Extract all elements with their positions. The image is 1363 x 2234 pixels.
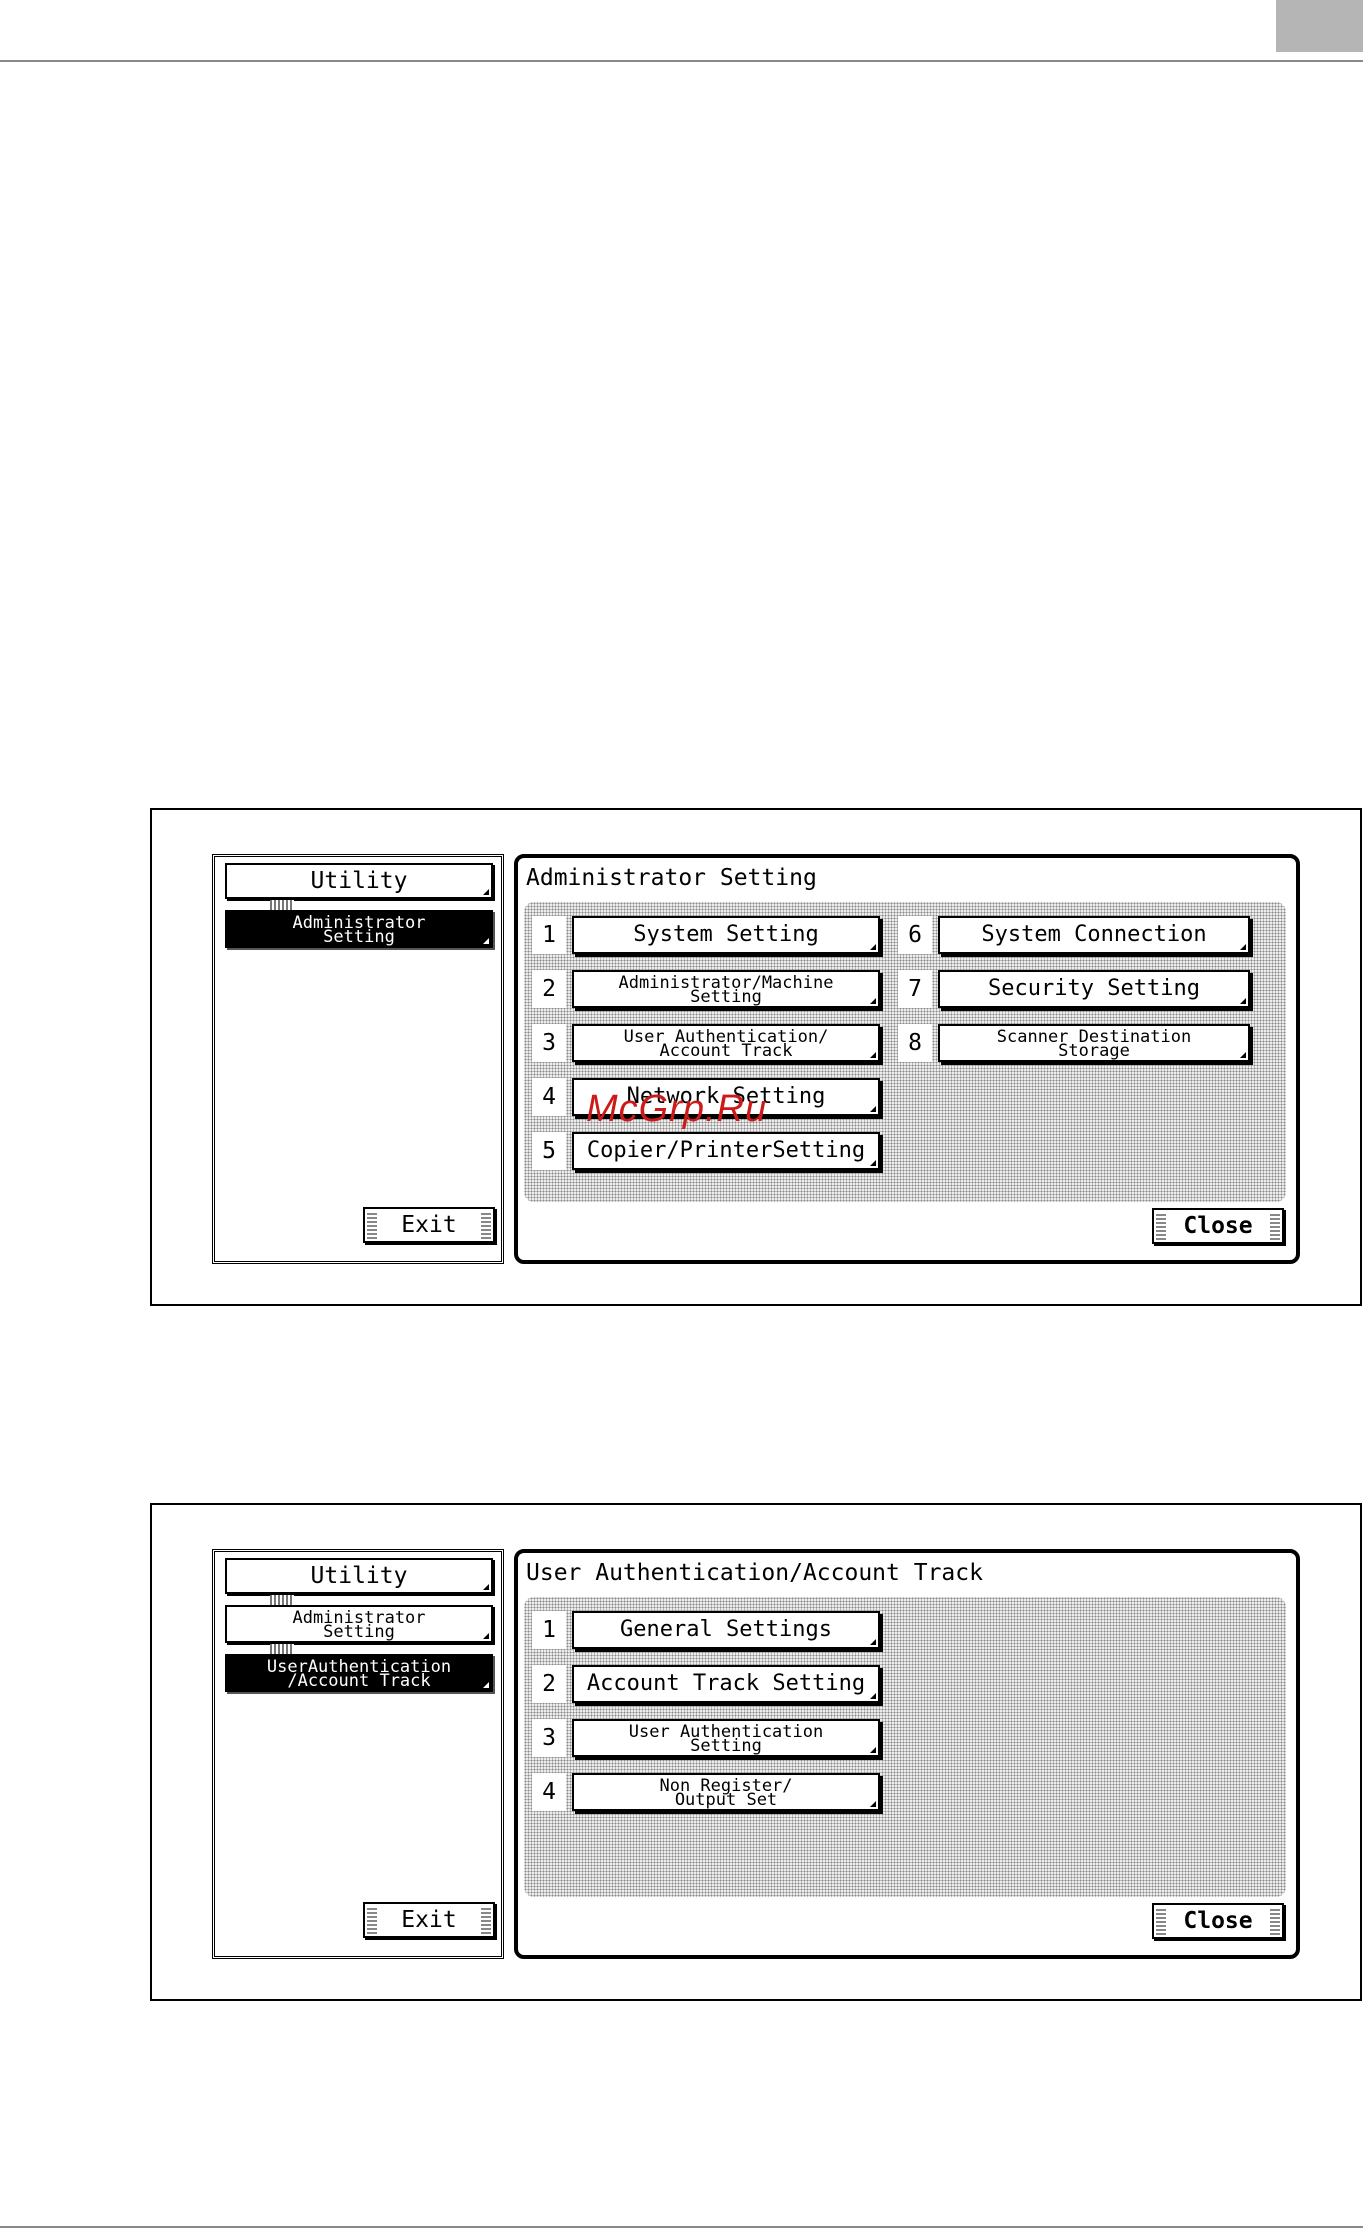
figure-frame-user-authentication: Utility Administrator Setting UserAuthen…: [150, 1503, 1362, 2001]
corner-mark-icon: [870, 998, 876, 1004]
option-label: Account Track Setting: [586, 1671, 866, 1696]
corner-mark-icon: [870, 1106, 876, 1112]
administrator-setting-nav-button[interactable]: Administrator Setting: [225, 1605, 493, 1643]
administrator-setting-nav-label: Administrator Setting: [292, 1608, 426, 1642]
non-register-output-set-button[interactable]: Non Register/ Output Set: [572, 1773, 880, 1811]
security-setting-button[interactable]: Security Setting: [938, 970, 1250, 1008]
option-number: 1: [532, 916, 566, 954]
nav-connector: [270, 900, 294, 910]
option-number: 2: [532, 1665, 566, 1703]
option-number: 4: [532, 1773, 566, 1811]
general-settings-button[interactable]: General Settings: [572, 1611, 880, 1649]
option-label: Non Register/ Output Set: [659, 1776, 793, 1810]
user-authentication-nav-label: UserAuthentication /Account Track: [266, 1657, 452, 1691]
corner-mark-icon: [870, 1160, 876, 1166]
header-rule: [0, 60, 1363, 62]
network-setting-button[interactable]: Network Setting: [572, 1078, 880, 1116]
nav-pane: Utility Administrator Setting UserAuthen…: [212, 1549, 504, 1959]
option-number: 5: [532, 1132, 566, 1170]
corner-mark-icon: [1240, 998, 1246, 1004]
utility-button[interactable]: Utility: [225, 1558, 493, 1594]
footer-rule: [0, 2226, 1363, 2228]
options-area: 1 System Setting 2 Administrator/Machine…: [524, 902, 1286, 1202]
option-label: Copier/PrinterSetting: [586, 1138, 866, 1163]
utility-button[interactable]: Utility: [225, 863, 493, 899]
corner-mark-icon: [870, 1693, 876, 1699]
page-title: User Authentication/Account Track: [526, 1560, 983, 1586]
option-number: 7: [898, 970, 932, 1008]
option-number: 3: [532, 1719, 566, 1757]
user-authentication-setting-button[interactable]: User Authentication Setting: [572, 1719, 880, 1757]
option-label: System Connection: [981, 922, 1207, 947]
option-label: Scanner Destination Storage: [996, 1027, 1192, 1061]
option-label: Network Setting: [626, 1084, 826, 1109]
close-button[interactable]: Close: [1152, 1903, 1284, 1939]
button-stripe: [481, 1906, 491, 1934]
corner-mark-icon: [870, 1052, 876, 1058]
corner-mark-icon: [870, 1747, 876, 1753]
option-label: Administrator/Machine Setting: [618, 973, 834, 1007]
corner-mark-icon: [1240, 1052, 1246, 1058]
nav-pane: Utility Administrator Setting Exit: [212, 854, 504, 1264]
option-label: Security Setting: [988, 976, 1200, 1001]
option-number: 1: [532, 1611, 566, 1649]
copier-printer-setting-button[interactable]: Copier/PrinterSetting: [572, 1132, 880, 1170]
option-number: 4: [532, 1078, 566, 1116]
button-stripe: [1156, 1907, 1166, 1935]
option-number: 2: [532, 970, 566, 1008]
button-stripe: [1270, 1907, 1280, 1935]
corner-mark-icon: [483, 1584, 489, 1590]
user-authentication-nav-button[interactable]: UserAuthentication /Account Track: [225, 1654, 493, 1692]
user-authentication-account-track-button[interactable]: User Authentication/ Account Track: [572, 1024, 880, 1062]
corner-mark-icon: [870, 1801, 876, 1807]
administrator-setting-nav-button[interactable]: Administrator Setting: [225, 910, 493, 948]
close-label: Close: [1183, 1213, 1253, 1239]
exit-label: Exit: [401, 1212, 457, 1238]
option-number: 8: [898, 1024, 932, 1062]
option-number: 6: [898, 916, 932, 954]
corner-mark-icon: [483, 889, 489, 895]
option-label: General Settings: [620, 1617, 832, 1642]
scanner-destination-storage-button[interactable]: Scanner Destination Storage: [938, 1024, 1250, 1062]
nav-connector: [270, 1595, 294, 1605]
main-pane: Administrator Setting 1 System Setting 2…: [514, 854, 1300, 1264]
exit-label: Exit: [401, 1907, 457, 1933]
button-stripe: [1270, 1212, 1280, 1240]
button-stripe: [367, 1211, 377, 1239]
figure-frame-administrator-setting: Utility Administrator Setting Exit Admin…: [150, 808, 1362, 1306]
corner-mark-icon: [870, 1639, 876, 1645]
button-stripe: [367, 1906, 377, 1934]
utility-label: Utility: [310, 1563, 408, 1589]
option-number: 3: [532, 1024, 566, 1062]
exit-button[interactable]: Exit: [363, 1902, 495, 1938]
page-title: Administrator Setting: [526, 865, 817, 891]
control-panel-screen: Utility Administrator Setting UserAuthen…: [212, 1549, 1300, 1959]
administrator-setting-nav-label: Administrator Setting: [292, 913, 426, 947]
option-label: System Setting: [633, 922, 819, 947]
button-stripe: [481, 1211, 491, 1239]
system-setting-button[interactable]: System Setting: [572, 916, 880, 954]
corner-mark-icon: [483, 1633, 489, 1639]
main-pane: User Authentication/Account Track 1 Gene…: [514, 1549, 1300, 1959]
button-stripe: [1156, 1212, 1166, 1240]
system-connection-button[interactable]: System Connection: [938, 916, 1250, 954]
corner-mark-icon: [1240, 944, 1246, 950]
exit-button[interactable]: Exit: [363, 1207, 495, 1243]
corner-mark-icon: [483, 1682, 489, 1688]
option-label: User Authentication/ Account Track: [623, 1027, 829, 1061]
administrator-machine-setting-button[interactable]: Administrator/Machine Setting: [572, 970, 880, 1008]
chapter-tab: [1276, 0, 1363, 52]
control-panel-screen: Utility Administrator Setting Exit Admin…: [212, 854, 1300, 1264]
option-label: User Authentication Setting: [628, 1722, 824, 1756]
account-track-setting-button[interactable]: Account Track Setting: [572, 1665, 880, 1703]
close-button[interactable]: Close: [1152, 1208, 1284, 1244]
corner-mark-icon: [870, 944, 876, 950]
close-label: Close: [1183, 1908, 1253, 1934]
corner-mark-icon: [483, 938, 489, 944]
utility-label: Utility: [310, 868, 408, 894]
options-area: 1 General Settings 2 Account Track Setti…: [524, 1597, 1286, 1897]
nav-connector: [270, 1644, 294, 1654]
